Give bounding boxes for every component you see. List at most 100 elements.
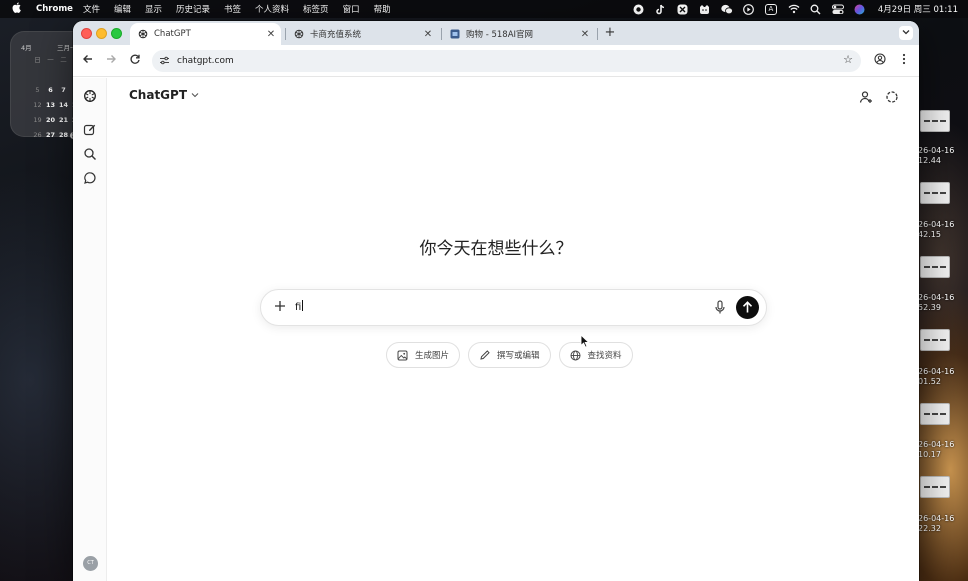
openai-favicon-icon [294, 29, 304, 39]
tab-divider [597, 28, 598, 40]
search-icon[interactable] [83, 146, 97, 160]
file-name-line1: 26-04-16 [918, 514, 955, 523]
menu-bookmarks[interactable]: 书签 [224, 3, 241, 15]
text-caret [302, 300, 304, 311]
record-icon[interactable] [633, 4, 644, 15]
file-name-line2: 01.52 [918, 377, 941, 386]
mouse-cursor-icon [580, 334, 590, 348]
forward-button[interactable] [104, 53, 118, 67]
new-chat-icon[interactable] [83, 122, 97, 136]
suggestion-chips: 生成图片 撰写或编辑 查找资料 [386, 342, 633, 368]
file-thumbnail [920, 110, 950, 132]
tab-title: 卡商充值系统 [310, 30, 362, 40]
site-info-icon[interactable] [159, 56, 171, 67]
suggestion-search-info[interactable]: 查找资料 [558, 342, 633, 368]
menu-history[interactable]: 历史记录 [176, 3, 210, 15]
microphone-icon[interactable] [714, 300, 726, 315]
siri-icon[interactable] [854, 4, 865, 15]
send-button[interactable] [736, 296, 759, 319]
tab-title: 购物 - 518AI官网 [466, 30, 534, 40]
new-tab-button[interactable]: + [602, 25, 618, 41]
pencil-icon [480, 349, 490, 360]
menubar-status-area: A 4月29日 周三 01:11 [633, 0, 958, 18]
tab-search-chevron-icon[interactable] [899, 26, 913, 40]
cat-icon[interactable] [699, 4, 710, 15]
file-name-line1: 26-04-16 [918, 220, 955, 229]
menu-tab[interactable]: 标签页 [303, 3, 329, 15]
calendar-day: 7 [61, 86, 66, 94]
app-menu-chrome[interactable]: Chrome [36, 4, 73, 14]
browser-menu-icon[interactable] [897, 53, 911, 67]
menu-profiles[interactable]: 个人资料 [255, 3, 289, 15]
chrome-window: ChatGPT ✕ 卡商充值系统 ✕ 购物 - 518AI官网 ✕ + chat… [73, 21, 919, 581]
sidebar: CT [73, 78, 107, 581]
address-bar[interactable]: chatgpt.com ☆ [152, 50, 861, 72]
window-minimize-button[interactable] [96, 28, 107, 39]
calendar-weekday: 一 [47, 56, 54, 64]
calendar-day: 13 [45, 101, 56, 109]
file-thumbnail [920, 403, 950, 425]
vpn-icon[interactable] [677, 4, 688, 15]
wifi-icon[interactable] [788, 4, 800, 15]
file-name-line2: 22.32 [918, 524, 941, 533]
wechat-icon[interactable] [721, 4, 733, 15]
prompt-text: fi [295, 302, 302, 313]
chevron-down-icon [191, 91, 199, 100]
spotlight-icon[interactable] [810, 4, 821, 15]
file-name-line1: 26-04-16 [918, 367, 955, 376]
tab-card-recharge[interactable]: 卡商充值系统 ✕ [286, 23, 438, 45]
attach-plus-icon[interactable] [273, 299, 287, 315]
user-avatar[interactable]: CT [83, 556, 98, 571]
tab-strip: ChatGPT ✕ 卡商充值系统 ✕ 购物 - 518AI官网 ✕ + [73, 21, 919, 45]
tab-chatgpt[interactable]: ChatGPT ✕ [130, 23, 281, 45]
file-name-line1: 26-04-16 [918, 146, 955, 155]
apple-menu-icon[interactable] [12, 2, 28, 16]
tab-shop-518ai[interactable]: 购物 - 518AI官网 ✕ [442, 23, 595, 45]
window-close-button[interactable] [81, 28, 92, 39]
prompt-composer[interactable]: fi [260, 289, 767, 326]
openai-logo-icon[interactable] [83, 88, 97, 102]
chat-history-icon[interactable] [83, 170, 97, 184]
tiktok-icon[interactable] [655, 4, 666, 15]
calendar-day: 27 [45, 131, 56, 139]
menu-window[interactable]: 窗口 [343, 3, 360, 15]
calendar-month: 4月 [21, 44, 32, 52]
suggestion-generate-image[interactable]: 生成图片 [386, 342, 461, 368]
file-name-line2: 52.39 [918, 303, 941, 312]
reload-button[interactable] [128, 53, 142, 67]
file-name-line2: 42.15 [918, 230, 941, 239]
menubar-clock[interactable]: 4月29日 周三 01:11 [878, 3, 958, 15]
file-name-line1: 26-04-16 [918, 440, 955, 449]
profile-icon[interactable] [873, 53, 887, 67]
tab-close-icon[interactable]: ✕ [265, 29, 277, 40]
calendar-day: 21 [58, 116, 69, 124]
menu-edit[interactable]: 编辑 [114, 3, 131, 15]
calendar-day: 19 [33, 116, 42, 124]
temporary-chat-icon[interactable] [885, 89, 899, 103]
menu-view[interactable]: 显示 [145, 3, 162, 15]
share-user-icon[interactable] [859, 89, 873, 103]
menu-help[interactable]: 帮助 [374, 3, 391, 15]
play-icon[interactable] [742, 3, 754, 15]
file-name-line2: 10.17 [918, 450, 941, 459]
chip-label: 查找资料 [587, 351, 622, 361]
model-picker[interactable]: ChatGPT [129, 88, 199, 102]
tab-close-icon[interactable]: ✕ [579, 29, 591, 40]
calendar-weekday: 二 [60, 56, 67, 64]
file-thumbnail [920, 182, 950, 204]
input-method-icon[interactable]: A [764, 3, 777, 15]
back-button[interactable] [81, 53, 95, 67]
calendar-weekday: 日 [34, 56, 41, 64]
page-headline: 你今天在想些什么？ [419, 239, 573, 259]
chatgpt-page: CT ChatGPT 你今天在想些什么？ fi 生成图片 撰写或编辑 查找资料 [73, 78, 919, 581]
menu-file[interactable]: 文件 [83, 3, 100, 15]
prompt-input[interactable]: fi [295, 300, 304, 313]
window-zoom-button[interactable] [111, 28, 122, 39]
file-name-line1: 26-04-16 [918, 293, 955, 302]
bookmark-star-icon[interactable]: ☆ [843, 53, 853, 66]
suggestion-write-edit[interactable]: 撰写或编辑 [468, 342, 551, 368]
file-name-line2: 12.44 [918, 156, 941, 165]
control-center-icon[interactable] [831, 4, 844, 15]
tab-close-icon[interactable]: ✕ [422, 29, 434, 40]
file-thumbnail [920, 256, 950, 278]
